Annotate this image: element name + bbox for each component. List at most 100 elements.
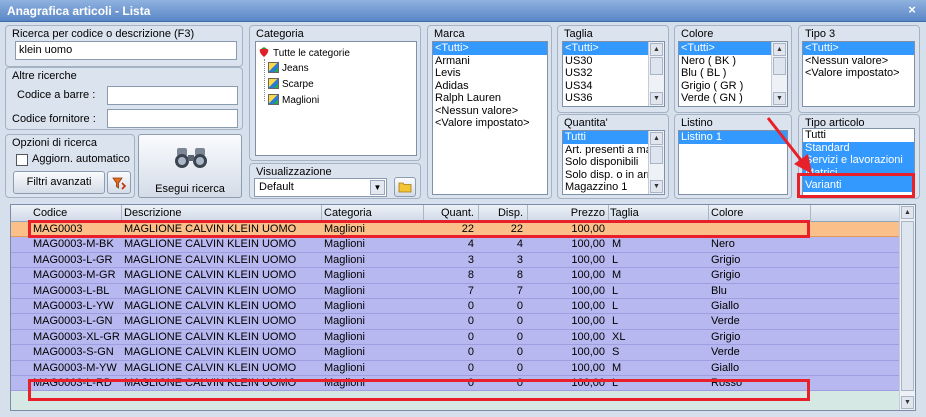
- brand-list[interactable]: <Tutti> Armani Levis Adidas Ralph Lauren <Nes…: [432, 41, 548, 195]
- cell-colore: Verde: [711, 315, 740, 328]
- grid-scrollbar[interactable]: ▲ ▼: [899, 205, 915, 410]
- marca-option[interactable]: Levis: [433, 67, 547, 80]
- scroll-up-icon[interactable]: ▲: [901, 206, 914, 219]
- marca-option[interactable]: <Valore impostato>: [433, 117, 547, 130]
- tipo3-option[interactable]: <Tutti>: [803, 42, 914, 55]
- colore-option[interactable]: Grigio ( GR ): [679, 80, 771, 93]
- taglia-option[interactable]: US30: [563, 55, 648, 68]
- scroll-thumb[interactable]: [650, 57, 663, 75]
- tipo3-option[interactable]: <Valore impostato>: [803, 67, 914, 80]
- cell-colore: Giallo: [711, 361, 740, 374]
- scroll-thumb[interactable]: [773, 57, 786, 75]
- col-header-quant[interactable]: Quant.: [426, 207, 474, 219]
- scroll-down-icon[interactable]: ▼: [773, 92, 786, 105]
- quantity-list[interactable]: Tutti Art. presenti a ma Solo disponibili S…: [562, 130, 665, 195]
- scroll-up-icon[interactable]: ▲: [650, 132, 663, 145]
- quantity-list-scrollbar[interactable]: ▲ ▼: [648, 131, 664, 194]
- run-search-button[interactable]: Esegui ricerca: [138, 134, 242, 198]
- col-header-categoria[interactable]: Categoria: [324, 207, 372, 219]
- tree-node-root[interactable]: Tutte le categorie: [258, 46, 350, 59]
- colore-option[interactable]: <Tutti>: [679, 42, 771, 55]
- size-list[interactable]: <Tutti> US30 US32 US34 US36 ▲ ▼: [562, 41, 665, 107]
- col-header-descrizione[interactable]: Descrizione: [124, 207, 181, 219]
- col-header-codice[interactable]: Codice: [33, 207, 67, 219]
- close-icon[interactable]: ×: [904, 2, 920, 18]
- type3-group: Tipo 3 <Tutti> <Nessun valore> <Valore imp…: [798, 25, 920, 113]
- cell-quant: 0: [467, 300, 474, 312]
- tree-node-maglioni[interactable]: Maglioni: [268, 94, 319, 106]
- tipo3-option[interactable]: <Nessun valore>: [803, 55, 914, 68]
- cell-disp: 0: [516, 346, 523, 359]
- cell-taglia: L: [612, 284, 619, 297]
- scroll-thumb[interactable]: [901, 221, 914, 391]
- col-header-taglia[interactable]: Taglia: [610, 207, 639, 219]
- marca-option[interactable]: Ralph Lauren: [433, 92, 547, 105]
- taglia-option[interactable]: US32: [563, 67, 648, 80]
- scroll-thumb[interactable]: [650, 146, 663, 164]
- quantita-option[interactable]: Solo disp. o in arr: [563, 169, 651, 182]
- marca-option[interactable]: Armani: [433, 55, 547, 68]
- supplier-input[interactable]: [107, 109, 238, 128]
- quantita-option[interactable]: Magazzino 1: [563, 181, 648, 194]
- scroll-down-icon[interactable]: ▼: [650, 92, 663, 105]
- cell-taglia: L: [612, 300, 619, 312]
- funnel-icon: [112, 177, 127, 190]
- cell-prezzo: 100,00: [571, 300, 605, 312]
- col-header-disp[interactable]: Disp.: [481, 207, 523, 219]
- colore-option[interactable]: Nero ( BK ): [679, 55, 771, 68]
- table-row[interactable]: MAG0003-XL-GR MAGLIONE CALVIN KLEIN UOMO M…: [11, 329, 899, 346]
- window-title: Anagrafica articoli - Lista: [7, 4, 151, 18]
- marca-option[interactable]: <Tutti>: [433, 42, 547, 55]
- col-header-prezzo[interactable]: Prezzo: [530, 207, 605, 219]
- funnel-button[interactable]: [107, 171, 131, 194]
- tree-node-jeans[interactable]: Jeans: [268, 62, 309, 74]
- advanced-filters-button[interactable]: Filtri avanzati: [13, 171, 105, 194]
- chevron-down-icon[interactable]: ▼: [370, 180, 385, 195]
- search-input[interactable]: klein uomo: [15, 41, 237, 60]
- view-select[interactable]: Default ▼: [254, 178, 387, 197]
- table-row[interactable]: MAG0003-M-BK MAGLIONE CALVIN KLEIN UOMO Ma…: [11, 237, 899, 253]
- type3-list[interactable]: <Tutti> <Nessun valore> <Valore impostato>: [802, 41, 915, 107]
- cell-descrizione: MAGLIONE CALVIN KLEIN UOMO: [124, 238, 297, 251]
- quantity-group: Quantita' Tutti Art. presenti a ma Solo di…: [557, 114, 669, 199]
- scroll-up-icon[interactable]: ▲: [650, 43, 663, 56]
- quantita-option[interactable]: Tutti: [563, 131, 648, 144]
- table-row[interactable]: MAG0003-L-GR MAGLIONE CALVIN KLEIN UOMO Ma…: [11, 252, 899, 269]
- marca-option[interactable]: Adidas: [433, 80, 547, 93]
- size-legend: Taglia: [564, 28, 593, 40]
- col-header-colore[interactable]: Colore: [711, 207, 743, 219]
- scroll-down-icon[interactable]: ▼: [901, 396, 914, 409]
- quantita-option[interactable]: Solo disponibili: [563, 156, 648, 169]
- brand-group: Marca <Tutti> Armani Levis Adidas Ralph Laur…: [427, 25, 552, 199]
- marca-option[interactable]: <Nessun valore>: [433, 105, 547, 118]
- table-row[interactable]: MAG0003-L-GN MAGLIONE CALVIN KLEIN UOMO Ma…: [11, 314, 899, 330]
- cell-categoria: Maglioni: [324, 315, 365, 328]
- tree-root-label: Tutte le categorie: [273, 48, 350, 59]
- color-list-scrollbar[interactable]: ▲ ▼: [771, 42, 787, 106]
- barcode-input[interactable]: [107, 86, 238, 105]
- table-row[interactable]: MAG0003-M-YW MAGLIONE CALVIN KLEIN UOMO Ma…: [11, 360, 899, 376]
- table-row[interactable]: MAG0003-M-GR MAGLIONE CALVIN KLEIN UOMO Ma…: [11, 268, 899, 284]
- table-row[interactable]: MAG0003-L-BL MAGLIONE CALVIN KLEIN UOMO Ma…: [11, 283, 899, 299]
- cell-disp: 8: [516, 269, 523, 282]
- quantita-option[interactable]: Art. presenti a ma: [563, 144, 652, 157]
- table-row[interactable]: MAG0003-S-GN MAGLIONE CALVIN KLEIN UOMO Ma…: [11, 345, 899, 361]
- tree-node-scarpe[interactable]: Scarpe: [268, 78, 314, 90]
- brand-legend: Marca: [434, 28, 465, 40]
- cell-colore: Grigio: [711, 253, 741, 266]
- size-list-scrollbar[interactable]: ▲ ▼: [648, 42, 664, 106]
- auto-update-checkbox[interactable]: [16, 154, 28, 166]
- taglia-option[interactable]: US36: [563, 92, 648, 105]
- taglia-option[interactable]: <Tutti>: [563, 42, 648, 55]
- view-selected-value: Default: [259, 181, 294, 193]
- category-tree[interactable]: Tutte le categorie Jeans Scarpe Maglioni: [255, 41, 417, 156]
- folder-button[interactable]: [394, 177, 416, 197]
- scroll-up-icon[interactable]: ▲: [773, 43, 786, 56]
- taglia-option[interactable]: US34: [563, 80, 648, 93]
- colore-option[interactable]: Verde ( GN ): [679, 92, 771, 105]
- table-row[interactable]: MAG0003-L-YW MAGLIONE CALVIN KLEIN UOMO Ma…: [11, 299, 899, 315]
- colore-option[interactable]: Blu ( BL ): [679, 67, 771, 80]
- color-list[interactable]: <Tutti> Nero ( BK ) Blu ( BL ) Grigio ( GR …: [678, 41, 788, 107]
- scroll-down-icon[interactable]: ▼: [650, 180, 663, 193]
- col-separator[interactable]: [810, 205, 811, 222]
